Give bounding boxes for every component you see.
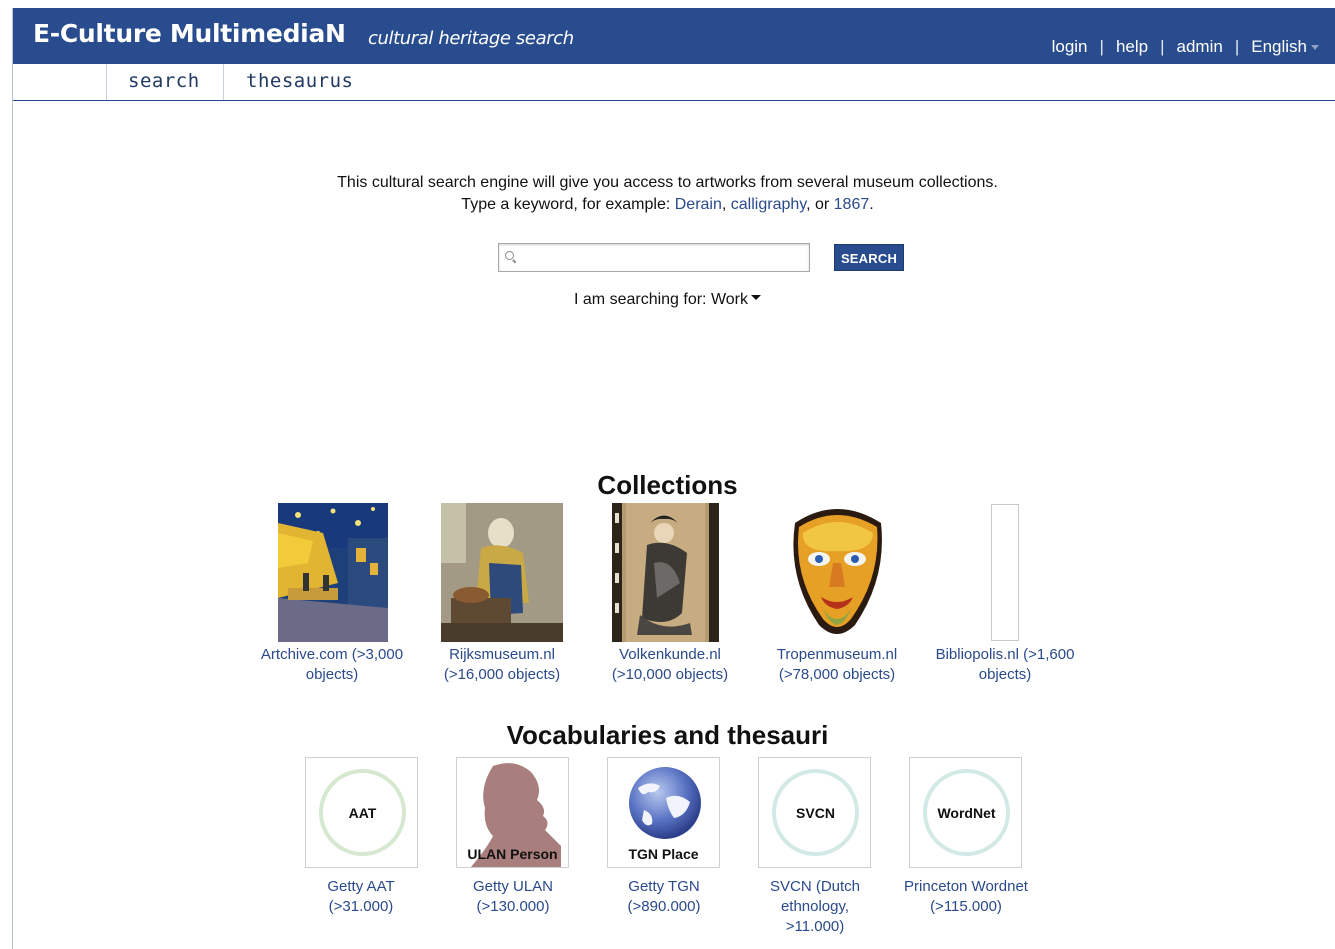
vocab-count: ethnology, (780, 898, 850, 915)
vocab-caption-tgn[interactable]: Getty TGN (>890.000) (594, 877, 734, 917)
vocab-name: SVCN (Dutch (769, 878, 861, 895)
collection-caption-volkenkunde[interactable]: Volkenkunde.nl (>10,000 objects) (590, 645, 750, 685)
collection-caption-rijksmuseum[interactable]: Rijksmuseum.nl (>16,000 objects) (422, 645, 582, 685)
wordnet-ring: WordNet (923, 769, 1010, 856)
collection-name: Tropenmuseum.nl (776, 646, 898, 663)
brand-tagline: cultural heritage search (368, 28, 574, 49)
brand-title[interactable]: E-Culture MultimediaN (33, 19, 346, 48)
vocab-name: Getty TGN (628, 878, 700, 895)
vocab-label: WordNet (937, 804, 996, 821)
link-separator: | (1160, 37, 1165, 56)
search-type-value: Work (710, 291, 748, 308)
collection-name: Artchive.com (>3,000 (260, 646, 404, 663)
vocab-count-extra: >11.000) (785, 918, 845, 935)
cafe-terrace-painting-icon[interactable] (278, 503, 388, 642)
vocab-wordnet-tile[interactable]: WordNet (909, 757, 1022, 868)
header-bar: E-Culture MultimediaN cultural heritage … (13, 8, 1335, 64)
search-button[interactable]: SEARCH (834, 244, 904, 271)
nav-bar: search thesaurus (13, 64, 1335, 101)
login-link[interactable]: login (1052, 37, 1088, 57)
top-links: login | help | admin | English (1052, 37, 1319, 57)
example-link-1867[interactable]: 1867 (834, 196, 870, 213)
link-separator: | (1099, 37, 1104, 56)
example-end: . (869, 196, 874, 213)
example-sep: , or (806, 196, 830, 213)
vocab-name: Getty ULAN (472, 878, 554, 895)
vocabularies-heading: Vocabularies and thesauri (506, 720, 829, 750)
vocab-ulan-tile[interactable]: ULAN Person (456, 757, 569, 868)
collection-count: (>10,000 objects) (611, 666, 729, 683)
vocab-caption-aat[interactable]: Getty AAT (>31.000) (291, 877, 431, 917)
vocab-label: SVCN (796, 804, 835, 821)
example-sep: , (721, 196, 727, 213)
language-selector[interactable]: English (1251, 37, 1319, 57)
collection-name: Volkenkunde.nl (619, 646, 721, 663)
collection-count: (>16,000 objects) (443, 666, 561, 683)
collection-name: Bibliopolis.nl (>1,600 (935, 646, 1075, 663)
vocab-count: (>31.000) (328, 898, 394, 915)
link-separator: | (1234, 37, 1240, 56)
vocab-tgn-tile[interactable]: TGN Place (607, 757, 720, 868)
collection-count: objects) (305, 666, 359, 683)
vocab-label: TGN Place (628, 846, 699, 862)
search-icon (505, 251, 514, 260)
blank-thumbnail-icon[interactable] (991, 504, 1019, 641)
vocab-count: (>130.000) (476, 898, 550, 915)
language-label: English (1251, 37, 1307, 56)
collection-caption-tropenmuseum[interactable]: Tropenmuseum.nl (>78,000 objects) (757, 645, 917, 685)
nav-divider (106, 64, 107, 100)
aat-ring: AAT (319, 769, 406, 856)
milkmaid-painting-icon[interactable] (441, 503, 563, 642)
collection-count: (>78,000 objects) (778, 666, 896, 683)
vocab-count: (>890.000) (627, 898, 701, 915)
search-type-dropdown[interactable]: Work (711, 291, 761, 308)
vocab-count: (>115.000) (930, 898, 1002, 915)
intro-text: This cultural search engine will give yo… (337, 174, 998, 191)
chevron-down-icon (1311, 45, 1319, 51)
example-link-calligraphy[interactable]: calligraphy (731, 196, 806, 213)
vocab-name: Getty AAT (327, 878, 395, 895)
search-type-row: I am searching for: Work (0, 291, 1335, 309)
collections-heading: Collections (597, 470, 738, 500)
vocab-name: Princeton Wordnet (904, 878, 1028, 895)
examples-prefix: Type a keyword, for example: (461, 196, 671, 213)
chevron-down-icon (751, 295, 761, 301)
collection-count: objects) (978, 666, 1032, 683)
mask-icon[interactable] (783, 503, 891, 642)
search-type-label: I am searching for: (574, 291, 707, 308)
intro-examples: Type a keyword, for example: Derain, cal… (0, 196, 1335, 214)
collection-caption-artchive[interactable]: Artchive.com (>3,000 objects) (242, 645, 422, 685)
example-link-derain[interactable]: Derain (675, 196, 722, 213)
svcn-ring: SVCN (772, 769, 859, 856)
vocab-svcn-tile[interactable]: SVCN (758, 757, 871, 868)
vocab-label: AAT (348, 804, 377, 821)
admin-link[interactable]: admin (1177, 37, 1223, 57)
tab-search[interactable]: search (128, 64, 200, 100)
tab-thesaurus[interactable]: thesaurus (246, 64, 353, 100)
search-input[interactable] (498, 243, 810, 272)
vocab-label: ULAN Person (467, 846, 558, 862)
collection-caption-bibliopolis[interactable]: Bibliopolis.nl (>1,600 objects) (915, 645, 1095, 685)
vocab-caption-wordnet[interactable]: Princeton Wordnet (>115.000) (881, 877, 1051, 917)
vocab-caption-svcn[interactable]: SVCN (Dutch ethnology, >11.000) (745, 877, 885, 937)
help-link[interactable]: help (1116, 37, 1148, 57)
nav-divider (223, 64, 224, 100)
collection-name: Rijksmuseum.nl (449, 646, 555, 663)
vocab-aat-tile[interactable]: AAT (305, 757, 418, 868)
japanese-scroll-icon[interactable] (612, 503, 719, 642)
vocab-caption-ulan[interactable]: Getty ULAN (>130.000) (443, 877, 583, 917)
